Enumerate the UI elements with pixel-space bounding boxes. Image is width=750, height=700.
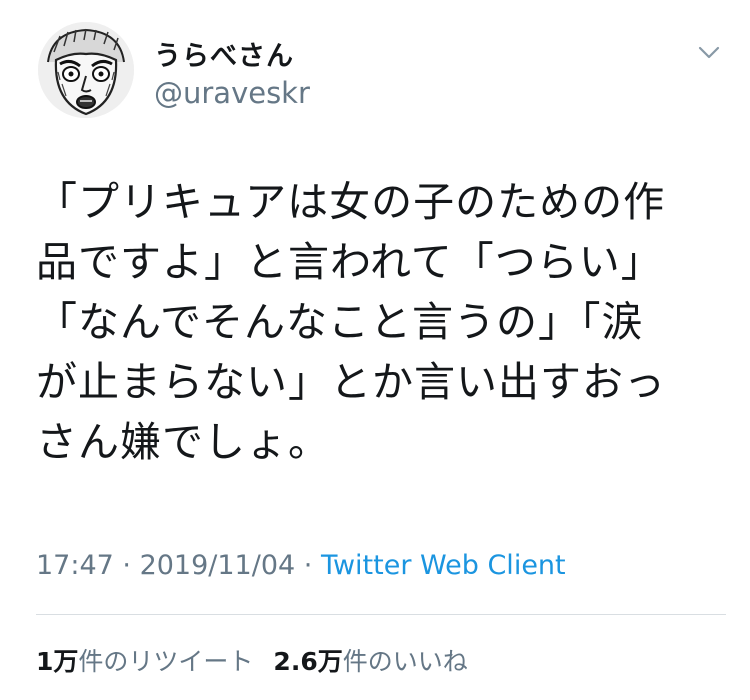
avatar-illustration-icon [38,22,134,118]
tweet-text-line: 品ですよ」と言われて「つらい」 [36,238,663,286]
tweet-detail: うらべさん @uraveskr 「プリキュアは女の子のための作 品ですよ」と言わ… [0,0,750,700]
meta-separator: · [113,550,140,581]
tweet-text-line: 「プリキュアは女の子のための作 [36,178,666,226]
display-name[interactable]: うらべさん [154,34,294,73]
avatar[interactable] [38,22,134,118]
tweet-text-line: 「なんでそんなこと言うの」「涙 [36,298,644,346]
retweets-stat[interactable]: 1万件のリツイート [36,642,253,678]
tweet-text-line: さん嫌でしょ。 [36,418,330,466]
tweet-header: うらべさん @uraveskr [38,22,730,122]
tweet-text-line: が止まらない」とか言い出すおっ [36,358,666,406]
likes-count: 2.6万 [273,647,343,676]
tweet-date[interactable]: 2019/11/04 [140,550,296,581]
meta-separator: · [295,550,321,581]
tweet-meta: 17:47 · 2019/11/04 · Twitter Web Client [36,550,566,581]
likes-stat[interactable]: 2.6万件のいいね [273,642,467,678]
retweets-count: 1万 [36,647,79,676]
retweets-label: 件のリツイート [78,647,254,676]
tweet-time[interactable]: 17:47 [36,550,114,581]
likes-label: 件のいいね [342,647,468,676]
tweet-menu-button[interactable] [696,40,722,66]
tweet-text: 「プリキュアは女の子のための作 品ですよ」と言われて「つらい」 「なんでそんなこ… [36,172,716,472]
user-handle[interactable]: @uraveskr [154,76,310,110]
tweet-stats: 1万件のリツイート 2.6万件のいいね [36,642,488,678]
chevron-down-icon [698,46,720,59]
tweet-client-link[interactable]: Twitter Web Client [321,550,566,581]
divider [36,614,726,615]
